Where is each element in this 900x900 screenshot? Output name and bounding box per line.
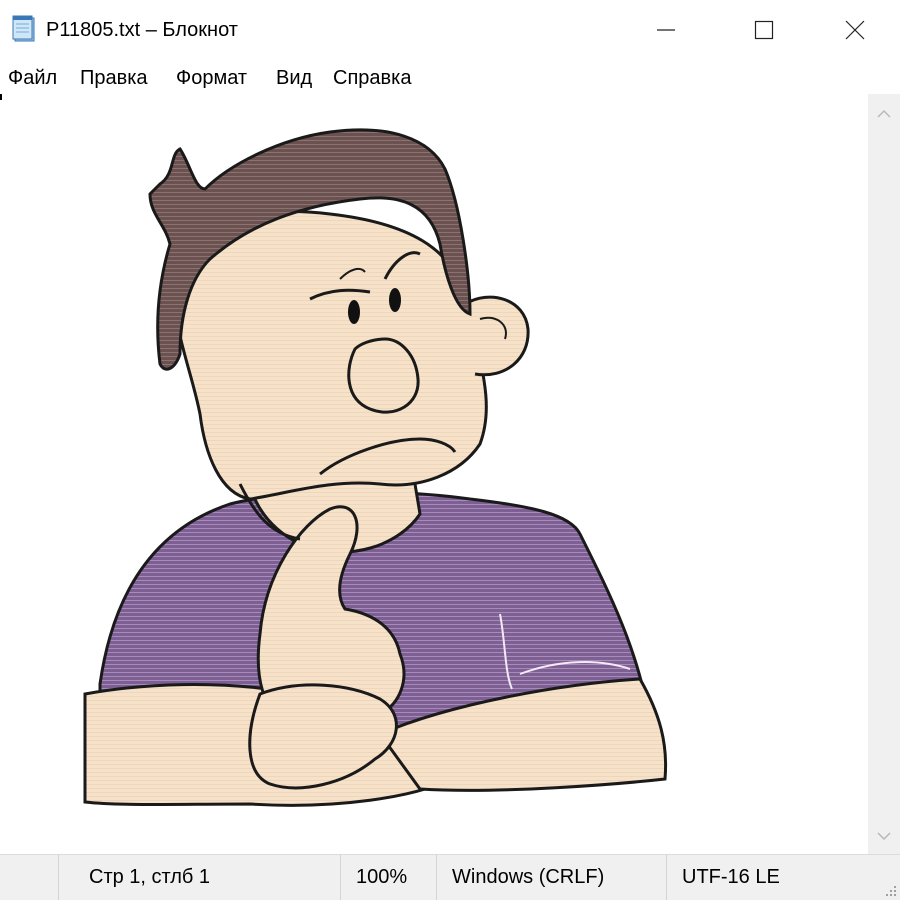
menu-bar: Файл Правка Формат Вид Справка [0, 60, 900, 94]
window-title: P11805.txt – Блокнот [46, 19, 238, 41]
right-eye [389, 288, 401, 312]
scroll-down-button[interactable] [868, 818, 900, 854]
menu-view[interactable]: Вид [275, 65, 313, 91]
left-eye [348, 300, 360, 324]
status-zoom: 100% [340, 855, 436, 900]
face [172, 210, 488, 501]
minimize-button[interactable] [620, 0, 712, 60]
maximize-icon [754, 20, 774, 40]
close-button[interactable] [809, 0, 900, 60]
status-line-endings: Windows (CRLF) [436, 855, 666, 900]
vertical-scrollbar[interactable] [868, 94, 900, 854]
menu-format[interactable]: Формат [175, 65, 248, 91]
text-editor-area[interactable] [0, 94, 868, 854]
ear [464, 295, 530, 377]
chevron-down-icon [877, 832, 891, 841]
close-icon [845, 20, 865, 40]
nose [347, 337, 420, 414]
scroll-up-button[interactable] [868, 96, 900, 132]
resize-grip-icon[interactable] [883, 883, 897, 897]
notepad-icon [12, 15, 36, 42]
status-bar: Стр 1, стлб 1 100% Windows (CRLF) UTF-16… [0, 854, 900, 900]
chevron-up-icon [877, 109, 891, 118]
menu-edit[interactable]: Правка [79, 65, 149, 91]
status-encoding: UTF-16 LE [666, 855, 900, 900]
title-bar[interactable]: P11805.txt – Блокнот [0, 0, 900, 60]
menu-help[interactable]: Справка [332, 65, 412, 91]
maximize-button[interactable] [718, 0, 810, 60]
menu-file[interactable]: Файл [7, 65, 58, 91]
thinking-man-text-art [83, 128, 668, 807]
status-cursor-position: Стр 1, стлб 1 [58, 855, 340, 900]
minimize-icon [657, 29, 675, 31]
